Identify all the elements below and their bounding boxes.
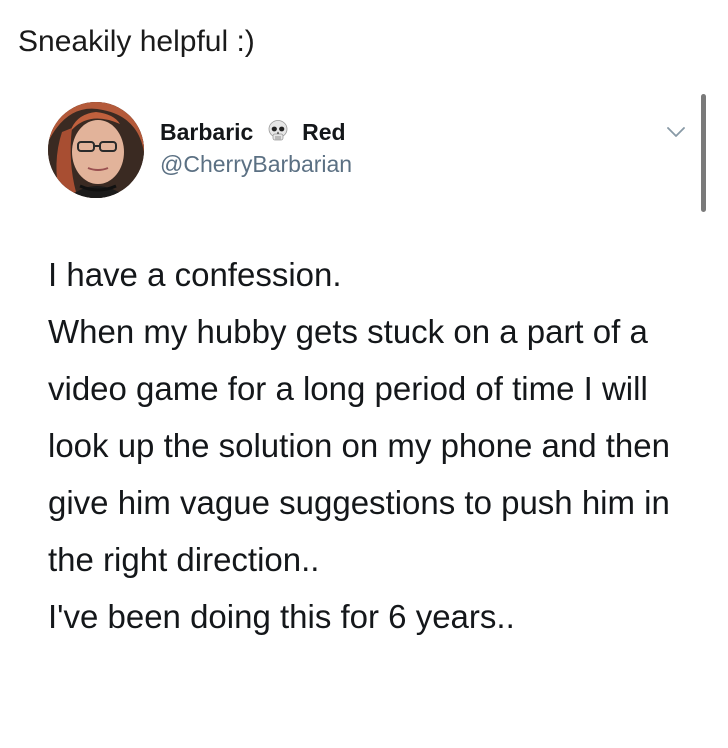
- chevron-down-icon[interactable]: [664, 124, 688, 140]
- display-name[interactable]: Barbaric Red: [160, 118, 346, 149]
- display-name-first: Barbaric: [160, 119, 254, 145]
- tweet-text-line: When my hubby gets stuck on a part of a …: [48, 313, 670, 578]
- user-handle[interactable]: @CherryBarbarian: [160, 150, 352, 178]
- display-name-last: Red: [302, 119, 346, 145]
- tweet-text-line: I've been doing this for 6 years..: [48, 598, 515, 635]
- tweet-text: I have a confession. When my hubby gets …: [48, 246, 688, 645]
- scrollbar[interactable]: [701, 94, 706, 212]
- tweet-text-line: I have a confession.: [48, 256, 342, 293]
- avatar[interactable]: [48, 102, 144, 198]
- tweet-card: Barbaric Red @CherryBarbarian I have a c…: [0, 88, 728, 748]
- skull-icon: [266, 119, 290, 149]
- avatar-image: [48, 102, 144, 198]
- post-caption: Sneakily helpful :): [18, 25, 255, 58]
